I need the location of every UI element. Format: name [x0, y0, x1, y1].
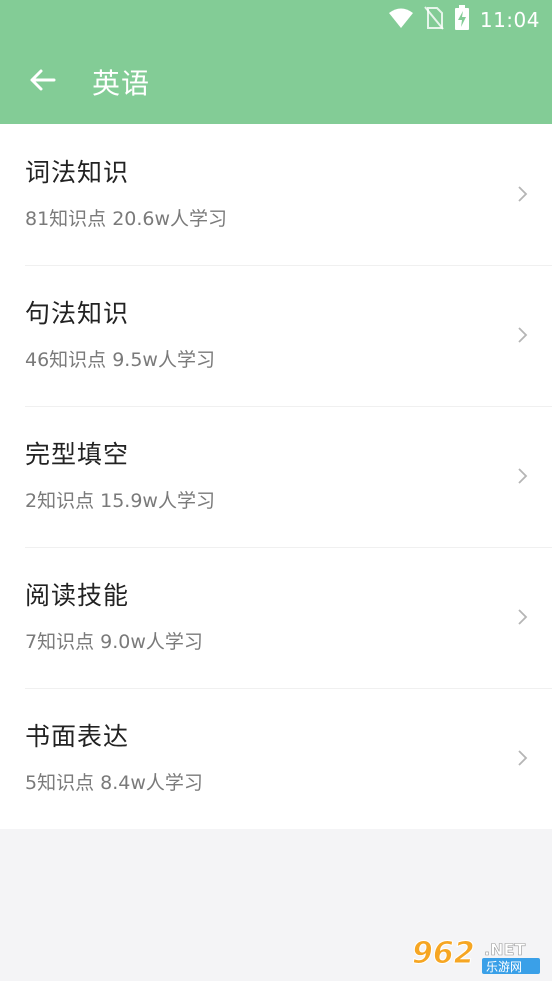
- item-subtitle: 5知识点 8.4w人学习: [25, 772, 203, 794]
- list-item[interactable]: 句法知识 46知识点 9.5w人学习: [0, 265, 552, 406]
- watermark-suffix: .NET: [484, 940, 525, 959]
- item-title: 句法知识: [25, 299, 130, 328]
- no-sim-icon: [424, 6, 444, 34]
- chevron-right-icon: [518, 186, 528, 202]
- item-title: 书面表达: [25, 722, 130, 751]
- item-subtitle: 46知识点 9.5w人学习: [25, 349, 215, 371]
- app-bar: 英语: [0, 40, 552, 124]
- item-title: 阅读技能: [25, 581, 130, 610]
- list-item[interactable]: 词法知识 81知识点 20.6w人学习: [0, 124, 552, 265]
- list-item[interactable]: 阅读技能 7知识点 9.0w人学习: [0, 547, 552, 688]
- chevron-right-icon: [518, 750, 528, 766]
- chevron-right-icon: [518, 468, 528, 484]
- arrow-left-icon: [28, 68, 56, 96]
- category-list: 词法知识 81知识点 20.6w人学习 句法知识 46知识点 9.5w人学习 完…: [0, 124, 552, 829]
- battery-charging-icon: [454, 5, 470, 35]
- back-button[interactable]: [0, 40, 84, 124]
- wifi-icon: [388, 7, 414, 33]
- item-subtitle: 81知识点 20.6w人学习: [25, 208, 228, 230]
- item-title: 词法知识: [25, 158, 130, 187]
- item-subtitle: 2知识点 15.9w人学习: [25, 490, 215, 512]
- list-item[interactable]: 完型填空 2知识点 15.9w人学习: [0, 406, 552, 547]
- status-time: 11:04: [479, 8, 540, 32]
- status-icons: 11:04: [388, 5, 540, 35]
- chevron-right-icon: [518, 327, 528, 343]
- item-title: 完型填空: [25, 440, 130, 469]
- watermark-logo: 962 .NET 乐游网: [412, 936, 540, 974]
- list-item[interactable]: 书面表达 5知识点 8.4w人学习: [0, 688, 552, 829]
- page-title: 英语: [92, 67, 151, 100]
- status-bar: 11:04: [0, 0, 552, 40]
- header: 11:04 英语: [0, 0, 552, 124]
- chevron-right-icon: [518, 609, 528, 625]
- watermark-text: 乐游网: [486, 960, 522, 974]
- item-subtitle: 7知识点 9.0w人学习: [25, 631, 203, 653]
- watermark-number: 962: [412, 936, 475, 971]
